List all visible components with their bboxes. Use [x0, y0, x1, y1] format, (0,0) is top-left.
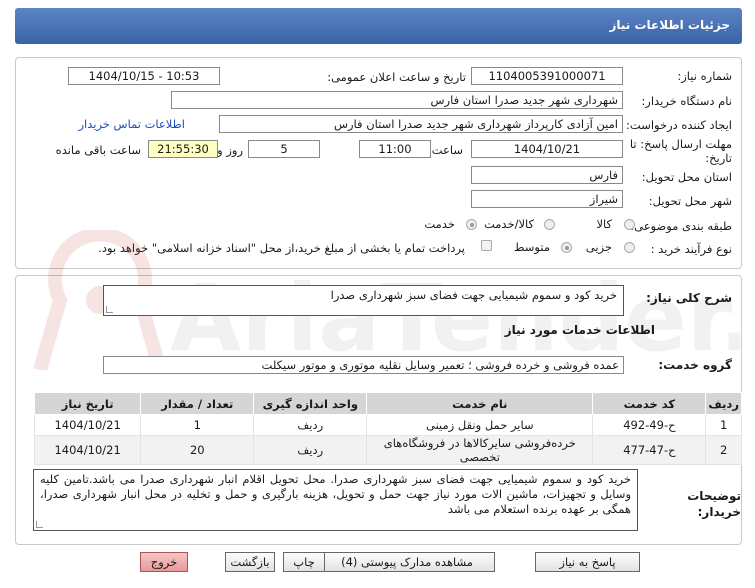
cell-service-code: ح-47-477	[592, 435, 707, 465]
resize-handle-icon[interactable]	[106, 306, 113, 313]
services-section-title: اطلاعات خدمات مورد نیاز	[504, 323, 655, 337]
announce-label: تاریخ و ساعت اعلان عمومی:	[327, 70, 466, 84]
category-goods-radio[interactable]	[624, 219, 635, 230]
process-label: نوع فرآیند خرید :	[650, 242, 732, 256]
service-group-label: گروه خدمت:	[658, 358, 732, 372]
reply-to-need-button[interactable]: پاسخ به نیاز	[535, 552, 640, 572]
cell-unit: ردیف	[253, 435, 368, 465]
exit-button[interactable]: خروج	[140, 552, 188, 572]
announce-datetime-field: 1404/10/15 - 10:53	[68, 67, 220, 85]
summary-label: شرح کلی نیاز:	[646, 291, 732, 305]
summary-textarea[interactable]: خرید کود و سموم شیمیایی جهت فضای سبز شهر…	[103, 285, 624, 316]
page-header: جزئیات اطلاعات نیاز	[15, 8, 742, 44]
process-medium-label: متوسط	[513, 240, 550, 254]
cell-row-no: 1	[705, 414, 742, 436]
category-service-label: خدمت	[424, 217, 455, 231]
treasury-payment-note: پرداخت تمام یا بخشی از مبلغ خرید،از محل …	[98, 241, 465, 255]
days-label: روز و	[217, 143, 243, 157]
need-number-label: شماره نیاز:	[677, 69, 732, 83]
col-header-need-date: تاریخ نیاز	[33, 392, 142, 415]
table-header-row: ردیف کد خدمت نام خدمت واحد اندازه گیری ت…	[33, 392, 742, 415]
buyer-contact-link[interactable]: اطلاعات تماس خریدار	[78, 117, 185, 131]
province-field: فارس	[471, 166, 623, 184]
col-header-row-no: ردیف	[705, 392, 742, 415]
col-header-unit: واحد اندازه گیری	[253, 392, 368, 415]
cell-service-name: خرده‌فروشی سایرکالاها در فروشگاه‌های تخص…	[366, 435, 594, 465]
deadline-time-label: ساعت	[431, 143, 463, 157]
buyer-notes-label: توضیحات خریدار:	[687, 489, 741, 519]
process-minor-radio[interactable]	[624, 242, 635, 253]
col-header-quantity: تعداد / مقدار	[140, 392, 255, 415]
cell-unit: ردیف	[253, 414, 368, 436]
summary-text: خرید کود و سموم شیمیایی جهت فضای سبز شهر…	[330, 288, 617, 302]
cell-need-date: 1404/10/21	[33, 414, 142, 436]
resize-handle-icon[interactable]	[36, 521, 43, 528]
treasury-payment-checkbox[interactable]	[481, 240, 492, 251]
remaining-time-field: 21:55:30	[148, 140, 218, 158]
back-button[interactable]: بازگشت	[225, 552, 275, 572]
category-goods-label: کالا	[596, 217, 612, 231]
deadline-time-field: 11:00	[359, 140, 431, 158]
remaining-label: ساعت باقی مانده	[55, 143, 141, 157]
deadline-date-field: 1404/10/21	[471, 140, 623, 158]
cell-quantity: 1	[140, 414, 255, 436]
category-goods-service-radio[interactable]	[544, 219, 555, 230]
province-label: استان محل تحویل:	[641, 170, 732, 184]
table-row: 2 ح-47-477 خرده‌فروشی سایرکالاها در فروش…	[33, 435, 742, 465]
city-field: شیراز	[471, 190, 623, 208]
buyer-notes-text: خرید کود و سموم شیمیایی جهت فضای سبز شهر…	[40, 472, 631, 516]
process-minor-label: جزیی	[585, 240, 612, 254]
process-medium-radio[interactable]	[561, 242, 572, 253]
cell-service-code: ح-49-492	[592, 414, 707, 436]
print-button[interactable]: چاپ	[283, 552, 325, 572]
days-field: 5	[248, 140, 320, 158]
creator-field: امین آزادی کارپرداز شهرداری شهر جدید صدر…	[219, 115, 623, 133]
cell-service-name: سایر حمل ونقل زمینی	[366, 414, 594, 436]
creator-label: ایجاد کننده درخواست:	[626, 118, 732, 132]
buyer-notes-textarea[interactable]: خرید کود و سموم شیمیایی جهت فضای سبز شهر…	[33, 469, 638, 531]
category-label: طبقه بندی موضوعی:	[630, 219, 732, 233]
city-label: شهر محل تحویل:	[648, 194, 732, 208]
deadline-label: مهلت ارسال پاسخ: تا تاریخ:	[629, 137, 732, 165]
service-group-field: عمده فروشی و خرده فروشی ؛ تعمیر وسایل نق…	[103, 356, 624, 374]
col-header-service-name: نام خدمت	[366, 392, 594, 415]
cell-need-date: 1404/10/21	[33, 435, 142, 465]
page-title: جزئیات اطلاعات نیاز	[609, 18, 730, 32]
category-goods-service-label: کالا/خدمت	[483, 217, 534, 231]
category-service-radio[interactable]	[466, 219, 477, 230]
need-number-field: 1104005391000071	[471, 67, 623, 85]
view-attachments-button[interactable]: مشاهده مدارک پیوستی (4)	[319, 552, 495, 572]
table-row: 1 ح-49-492 سایر حمل ونقل زمینی ردیف 1 14…	[33, 414, 742, 436]
services-table: ردیف کد خدمت نام خدمت واحد اندازه گیری ت…	[33, 392, 742, 465]
col-header-service-code: کد خدمت	[592, 392, 707, 415]
cell-row-no: 2	[705, 435, 742, 465]
cell-quantity: 20	[140, 435, 255, 465]
buyer-org-label: نام دستگاه خریدار:	[641, 94, 732, 108]
buyer-org-field: شهرداری شهر جدید صدرا استان فارس	[171, 91, 623, 109]
